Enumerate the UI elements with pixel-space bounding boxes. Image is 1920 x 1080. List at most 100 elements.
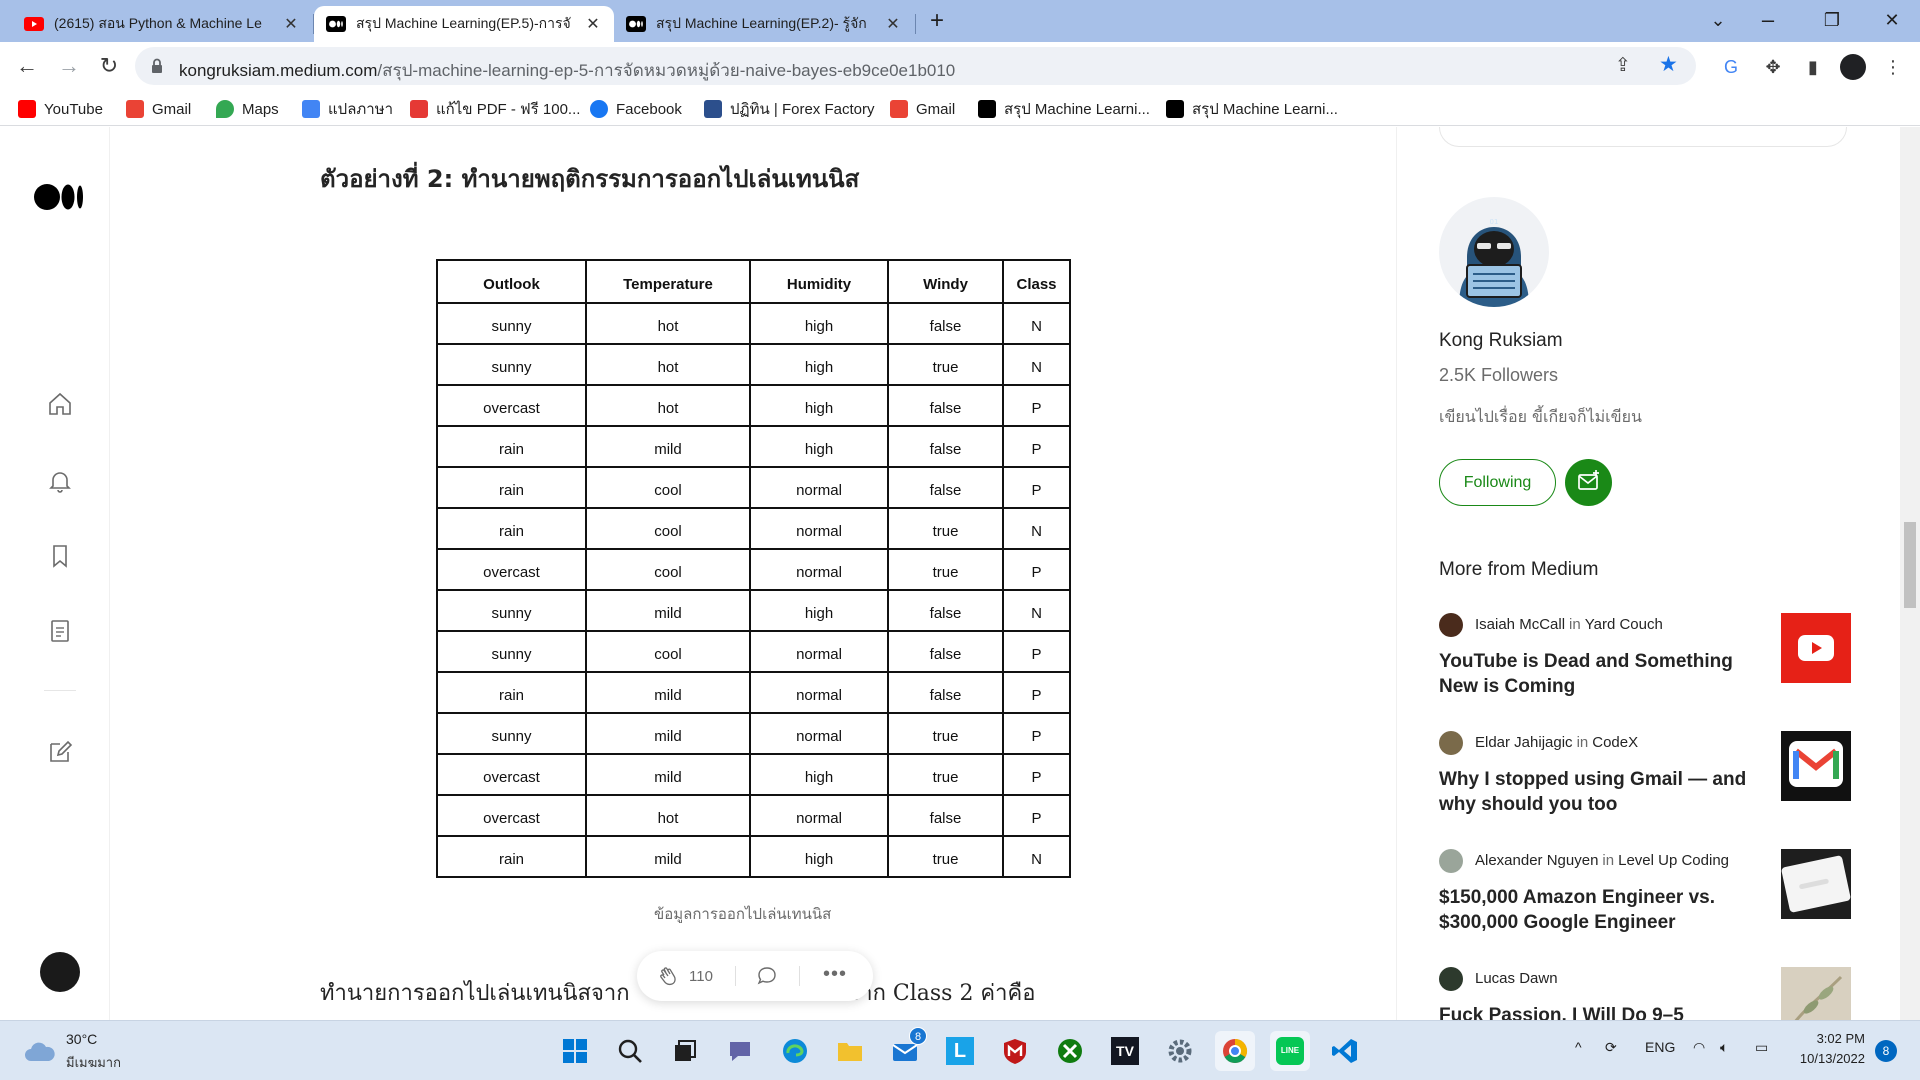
scrollbar-thumb[interactable]: [1904, 522, 1916, 608]
table-cell: N: [1002, 589, 1071, 632]
story-title[interactable]: YouTube is Dead and Something New is Com…: [1439, 649, 1759, 699]
story-thumbnail[interactable]: [1781, 849, 1851, 919]
story-author[interactable]: Alexander Nguyen: [1475, 852, 1598, 869]
bookmark-star-icon[interactable]: ★: [1659, 52, 1678, 77]
table-row: overcast hot high false P: [436, 384, 1071, 427]
author-name[interactable]: Kong Ruksiam: [1439, 330, 1563, 352]
home-icon[interactable]: [46, 390, 74, 418]
bookmarks-list-icon[interactable]: [46, 542, 74, 570]
translate-extension-icon[interactable]: G: [1718, 54, 1744, 80]
back-button[interactable]: ←: [10, 50, 44, 82]
vscode-button[interactable]: [1325, 1031, 1365, 1071]
tab-search-chevron-icon[interactable]: ⌄: [1696, 4, 1740, 36]
story-title[interactable]: Fuck Passion, I Will Do 9–5: [1439, 1003, 1759, 1020]
restore-button[interactable]: ❐: [1810, 4, 1854, 36]
recommended-story[interactable]: Alexander Nguyen in Level Up Coding $150,0…: [1439, 849, 1859, 949]
story-author[interactable]: Lucas Dawn: [1475, 970, 1558, 987]
xbox-button[interactable]: [1050, 1031, 1090, 1071]
line-button[interactable]: LINE: [1270, 1031, 1310, 1071]
tab-close-icon[interactable]: ✕: [584, 14, 602, 34]
tradingview-button[interactable]: TV: [1105, 1031, 1145, 1071]
search-button[interactable]: [610, 1031, 650, 1071]
wifi-icon[interactable]: ◠: [1693, 1039, 1705, 1056]
story-publication[interactable]: CodeX: [1592, 734, 1638, 751]
clap-icon[interactable]: [657, 964, 681, 988]
mcafee-button[interactable]: [995, 1031, 1035, 1071]
recommended-story[interactable]: Lucas Dawn Fuck Passion, I Will Do 9–5: [1439, 967, 1859, 1020]
start-button[interactable]: [555, 1031, 595, 1071]
new-tab-button[interactable]: +: [923, 8, 951, 36]
tab-close-icon[interactable]: ✕: [884, 14, 902, 34]
search-input[interactable]: [1439, 127, 1847, 147]
teams-chat-button[interactable]: [720, 1031, 760, 1071]
reload-button[interactable]: ↻: [92, 50, 126, 82]
profile-avatar[interactable]: [1840, 54, 1866, 80]
translate-icon: [302, 100, 320, 118]
tab-ep2[interactable]: สรุป Machine Learning(EP.2)- รู้จัก ✕: [614, 6, 914, 42]
close-window-button[interactable]: ✕: [1870, 4, 1914, 36]
task-view-button[interactable]: [665, 1031, 705, 1071]
tab-close-icon[interactable]: ✕: [282, 14, 300, 34]
notification-badge[interactable]: 8: [1875, 1040, 1897, 1062]
story-publication[interactable]: Yard Couch: [1585, 616, 1663, 633]
tab-youtube[interactable]: (2615) สอน Python & Machine Le ✕: [12, 6, 312, 42]
system-clock[interactable]: 3:02 PM 10/13/2022: [1795, 1029, 1865, 1069]
bookmark-ml-2[interactable]: สรุป Machine Learni...: [1166, 98, 1338, 120]
forward-button[interactable]: →: [52, 50, 86, 82]
story-title[interactable]: $150,000 Amazon Engineer vs. $300,000 Go…: [1439, 885, 1759, 935]
follower-count[interactable]: 2.5K Followers: [1439, 365, 1558, 386]
table-cell: sunny: [436, 343, 587, 386]
page-scrollbar[interactable]: [1900, 127, 1920, 1020]
bookmark-gmail-2[interactable]: Gmail: [890, 98, 955, 120]
battery-icon[interactable]: ▭: [1755, 1039, 1768, 1056]
following-button[interactable]: Following: [1439, 459, 1556, 506]
story-publication[interactable]: Level Up Coding: [1618, 852, 1729, 869]
bookmark-pdf[interactable]: แก้ไข PDF - ฟรี 100...: [410, 98, 580, 120]
chrome-button[interactable]: [1215, 1031, 1255, 1071]
sync-icon[interactable]: ⟳: [1605, 1039, 1617, 1056]
chrome-menu-icon[interactable]: ⋮: [1880, 54, 1906, 80]
story-author[interactable]: Isaiah McCall: [1475, 616, 1565, 633]
input-language[interactable]: ENG: [1645, 1039, 1675, 1055]
bookmark-gmail[interactable]: Gmail: [126, 98, 191, 120]
more-options-icon[interactable]: •••: [823, 963, 847, 986]
notifications-bell-icon[interactable]: [46, 467, 74, 495]
tray-overflow-chevron-icon[interactable]: ^: [1575, 1039, 1582, 1055]
story-author[interactable]: Eldar Jahijagic: [1475, 734, 1573, 751]
stories-icon[interactable]: [46, 617, 74, 645]
settings-button[interactable]: [1160, 1031, 1200, 1071]
medium-logo[interactable]: [34, 182, 86, 212]
edge-button[interactable]: [775, 1031, 815, 1071]
extensions-puzzle-icon[interactable]: ✥: [1760, 54, 1786, 80]
share-icon[interactable]: ⇪: [1615, 54, 1631, 77]
table-row: sunny hot high true N: [436, 343, 1071, 386]
bookmark-youtube[interactable]: YouTube: [18, 98, 103, 120]
bookmark-maps[interactable]: Maps: [216, 98, 279, 120]
response-bubble-icon[interactable]: [755, 964, 779, 988]
recommended-story[interactable]: Isaiah McCall in Yard Couch YouTube is Dea…: [1439, 613, 1859, 713]
subscribe-email-button[interactable]: [1565, 459, 1612, 506]
file-explorer-button[interactable]: [830, 1031, 870, 1071]
bookmark-ml-1[interactable]: สรุป Machine Learni...: [978, 98, 1150, 120]
tab-ep5[interactable]: สรุป Machine Learning(EP.5)-การจั ✕: [314, 6, 614, 42]
app-l-button[interactable]: L: [940, 1031, 980, 1071]
address-bar[interactable]: kongruksiam.medium.com/สรุป-machine-lear…: [135, 47, 1696, 85]
story-thumbnail[interactable]: [1781, 731, 1851, 801]
volume-icon[interactable]: 🔈︎: [1720, 1039, 1728, 1056]
user-avatar[interactable]: [40, 952, 80, 992]
table-cell: P: [1002, 630, 1071, 673]
story-title[interactable]: Why I stopped using Gmail — and why shou…: [1439, 767, 1759, 817]
youtube-icon: [24, 17, 44, 31]
gear-icon: [1168, 1039, 1192, 1063]
mail-button[interactable]: 8: [885, 1027, 927, 1071]
story-thumbnail[interactable]: [1781, 967, 1851, 1020]
write-icon[interactable]: [46, 738, 74, 766]
author-avatar[interactable]: 01: [1439, 197, 1549, 307]
story-thumbnail[interactable]: [1781, 613, 1851, 683]
bookmark-forex-factory[interactable]: ปฏิทิน | Forex Factory: [704, 98, 875, 120]
minimize-button[interactable]: –: [1746, 4, 1790, 36]
recommended-story[interactable]: Eldar Jahijagic in CodeX Why I stopped usi…: [1439, 731, 1859, 831]
bookmark-facebook[interactable]: Facebook: [590, 98, 682, 120]
side-panel-icon[interactable]: ▮: [1800, 54, 1826, 80]
bookmark-translate[interactable]: แปลภาษา: [302, 98, 393, 120]
